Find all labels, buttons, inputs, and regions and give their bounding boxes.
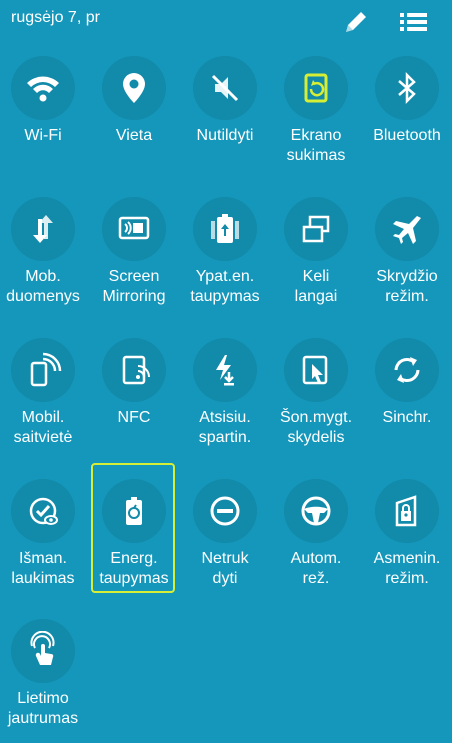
quick-setting-keli-langai[interactable]: Keli langai bbox=[273, 181, 359, 321]
quick-setting-ypat-en-taupymas[interactable]: Ypat.en. taupymas bbox=[182, 181, 268, 321]
airplane-icon bbox=[387, 209, 427, 249]
quick-setting-label: Mobil. saitvietė bbox=[13, 409, 73, 446]
quick-setting-label: Ekrano sukimas bbox=[286, 127, 346, 164]
quick-setting-nutildyti[interactable]: Nutildyti bbox=[182, 40, 268, 180]
smart-stay-icon bbox=[23, 491, 63, 531]
quick-setting-lietimo-jautrumas[interactable]: Lietimo jautrumas bbox=[0, 603, 86, 743]
toggle-button[interactable] bbox=[11, 56, 75, 120]
quick-setting-atsisiu-spartin[interactable]: Atsisiu. spartin. bbox=[182, 322, 268, 462]
toggle-button[interactable] bbox=[11, 197, 75, 261]
date-label: rugsėjo 7, pr bbox=[11, 9, 100, 26]
quick-setting-label: Autom. rež. bbox=[290, 550, 342, 587]
nfc-icon bbox=[114, 350, 154, 390]
toggle-button[interactable] bbox=[284, 338, 348, 402]
quick-setting-label: Skrydžio režim. bbox=[376, 268, 438, 305]
edit-button[interactable] bbox=[340, 6, 372, 38]
private-mode-icon bbox=[387, 491, 427, 531]
toggle-button[interactable] bbox=[284, 197, 348, 261]
quick-setting-label: Mob. duomenys bbox=[6, 268, 80, 305]
toggle-button[interactable] bbox=[102, 56, 166, 120]
toggle-button[interactable] bbox=[11, 619, 75, 683]
quick-setting-label: Asmenin. režim. bbox=[373, 550, 441, 587]
quick-setting-wi-fi[interactable]: Wi-Fi bbox=[0, 40, 86, 180]
toggle-button[interactable] bbox=[102, 479, 166, 543]
mobile-hotspot-icon bbox=[23, 350, 63, 390]
quick-setting-label: Wi-Fi bbox=[24, 127, 62, 144]
quick-setting-ekrano-sukimas[interactable]: Ekrano sukimas bbox=[273, 40, 359, 180]
quick-setting-label: Išman. laukimas bbox=[11, 550, 75, 587]
sync-icon bbox=[387, 350, 427, 390]
toggle-button[interactable] bbox=[375, 56, 439, 120]
toggle-button[interactable] bbox=[193, 56, 257, 120]
quick-setting-išman-laukimas[interactable]: Išman. laukimas bbox=[0, 463, 86, 603]
toggle-button[interactable] bbox=[375, 338, 439, 402]
quick-setting-screen-mirroring[interactable]: Screen Mirroring bbox=[91, 181, 177, 321]
ultra-power-saving-icon bbox=[205, 209, 245, 249]
toggle-button[interactable] bbox=[193, 338, 257, 402]
toggle-button[interactable] bbox=[102, 197, 166, 261]
quick-setting-label: Vieta bbox=[115, 127, 153, 144]
quick-setting-label: Netruk dyti bbox=[201, 550, 249, 587]
power-saving-icon bbox=[114, 491, 154, 531]
quick-setting-label: Sinchr. bbox=[382, 409, 432, 426]
list-icon bbox=[396, 6, 432, 38]
quick-setting-label: Šon.mygt. skydelis bbox=[279, 409, 353, 446]
quick-setting-mob-duomenys[interactable]: Mob. duomenys bbox=[0, 181, 86, 321]
quick-setting-label: Ypat.en. taupymas bbox=[190, 268, 260, 305]
toggle-button[interactable] bbox=[193, 479, 257, 543]
driving-mode-icon bbox=[296, 491, 336, 531]
side-key-panel-icon bbox=[296, 350, 336, 390]
touch-sensitivity-icon bbox=[23, 631, 63, 671]
quick-setting-autom-rež[interactable]: Autom. rež. bbox=[273, 463, 359, 603]
quick-setting-label: NFC bbox=[117, 409, 151, 426]
quick-setting-nfc[interactable]: NFC bbox=[91, 322, 177, 462]
quick-setting-label: Nutildyti bbox=[196, 127, 254, 144]
quick-setting-asmenin-režim[interactable]: Asmenin. režim. bbox=[364, 463, 450, 603]
quick-setting-sinchr[interactable]: Sinchr. bbox=[364, 322, 450, 462]
pencil-icon bbox=[340, 6, 372, 38]
quick-setting-mobil-saitvietė[interactable]: Mobil. saitvietė bbox=[0, 322, 86, 462]
toggle-button[interactable] bbox=[375, 197, 439, 261]
list-view-button[interactable] bbox=[396, 6, 432, 38]
quick-setting-label: Keli langai bbox=[294, 268, 338, 305]
toggle-button[interactable] bbox=[284, 56, 348, 120]
quick-setting-label: Energ. taupymas bbox=[99, 550, 169, 587]
wifi-icon bbox=[23, 68, 63, 108]
quick-setting-šon-mygt-skydelis[interactable]: Šon.mygt. skydelis bbox=[273, 322, 359, 462]
toggle-button[interactable] bbox=[284, 479, 348, 543]
quick-setting-energ-taupymas[interactable]: Energ. taupymas bbox=[91, 463, 177, 603]
mobile-data-icon bbox=[23, 209, 63, 249]
quick-setting-netruk-dyti[interactable]: Netruk dyti bbox=[182, 463, 268, 603]
location-pin-icon bbox=[114, 68, 154, 108]
toggle-button[interactable] bbox=[11, 479, 75, 543]
quick-setting-label: Lietimo jautrumas bbox=[7, 690, 79, 727]
quick-setting-label: Bluetooth bbox=[373, 127, 441, 144]
quick-setting-skrydžio-režim[interactable]: Skrydžio režim. bbox=[364, 181, 450, 321]
bluetooth-icon bbox=[387, 68, 427, 108]
quick-setting-label: Screen Mirroring bbox=[102, 268, 166, 305]
quick-settings-header: rugsėjo 7, pr bbox=[0, 0, 452, 40]
toggle-button[interactable] bbox=[375, 479, 439, 543]
quick-setting-label: Atsisiu. spartin. bbox=[198, 409, 252, 446]
multi-window-icon bbox=[296, 209, 336, 249]
screen-mirroring-icon bbox=[114, 209, 154, 249]
toggle-button[interactable] bbox=[193, 197, 257, 261]
do-not-disturb-icon bbox=[205, 491, 245, 531]
toggle-button[interactable] bbox=[11, 338, 75, 402]
screen-rotation-icon bbox=[296, 68, 336, 108]
download-booster-icon bbox=[205, 350, 245, 390]
toggle-button[interactable] bbox=[102, 338, 166, 402]
mute-icon bbox=[205, 68, 245, 108]
quick-setting-bluetooth[interactable]: Bluetooth bbox=[364, 40, 450, 180]
quick-setting-vieta[interactable]: Vieta bbox=[91, 40, 177, 180]
